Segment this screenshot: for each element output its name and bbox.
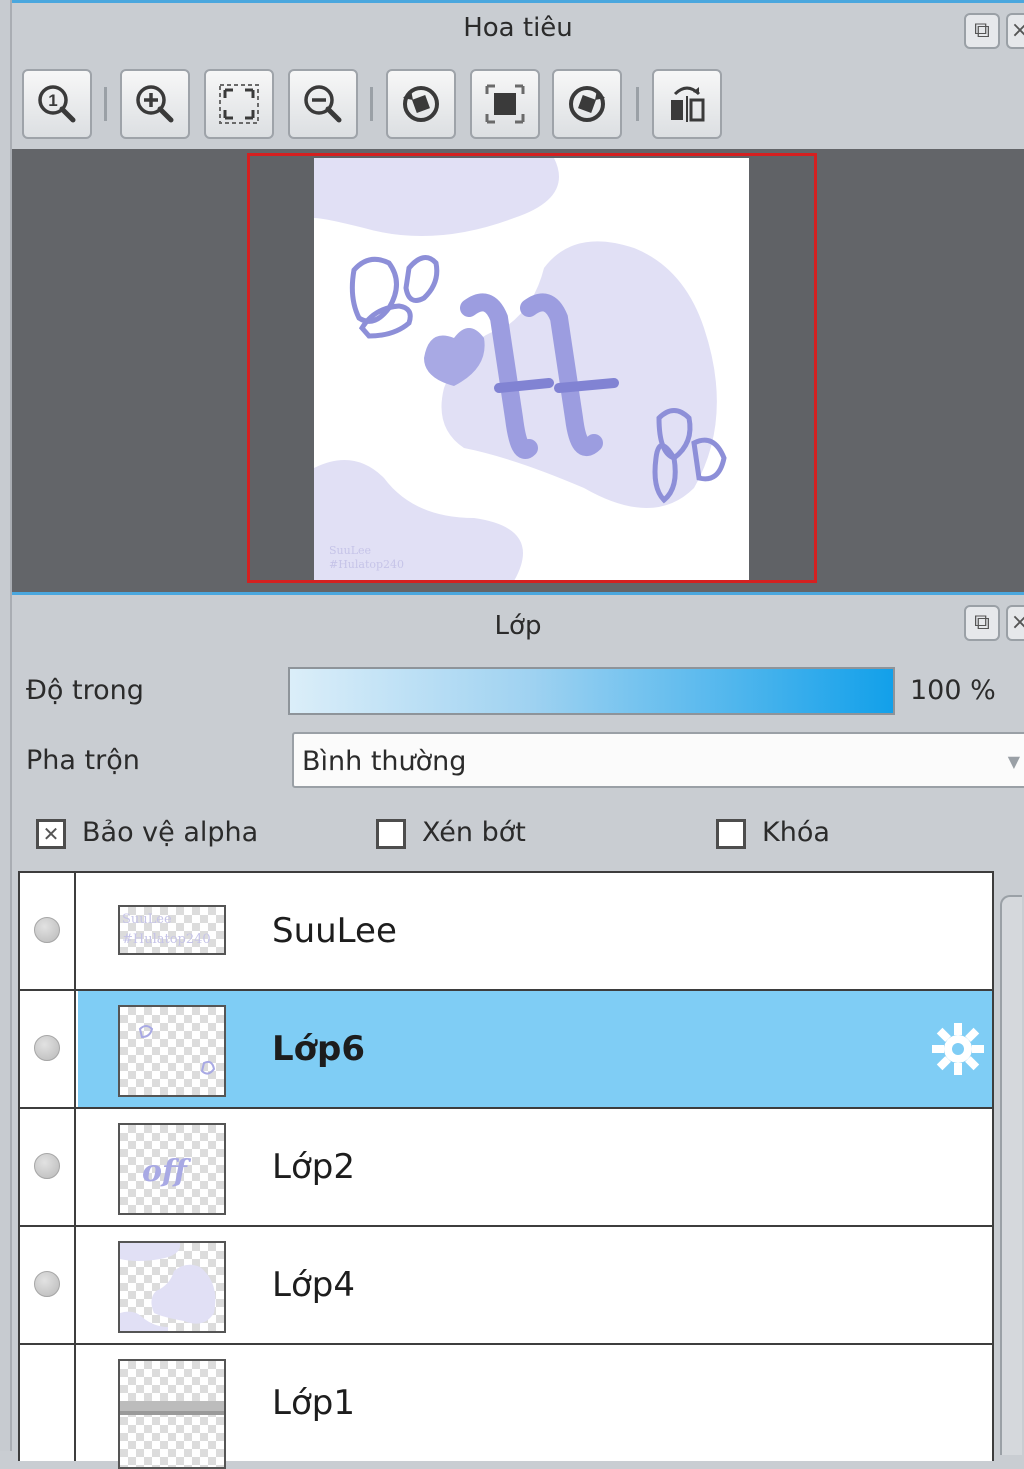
- zoom-out-icon: [304, 85, 342, 123]
- layer-name: Lớp1: [272, 1383, 355, 1423]
- layer-thumbnail: off: [118, 1123, 226, 1215]
- layer-name: Lớp4: [272, 1265, 355, 1305]
- view-area-frame[interactable]: SuuLee #Hulatop240: [247, 153, 817, 583]
- lock-label: Khóa: [762, 817, 830, 848]
- undock-icon[interactable]: ⧉: [964, 13, 1000, 49]
- visibility-toggle[interactable]: [20, 1109, 76, 1225]
- svg-text:SuuLee: SuuLee: [329, 544, 371, 557]
- zoom-in-button[interactable]: [120, 69, 190, 139]
- layer-name: SuuLee: [272, 911, 397, 951]
- artwork-thumbnail: SuuLee #Hulatop240: [314, 158, 727, 580]
- visibility-toggle[interactable]: [20, 873, 76, 989]
- visibility-toggle[interactable]: [20, 1227, 76, 1343]
- svg-text:#Hulatop240: #Hulatop240: [329, 558, 404, 571]
- blend-mode-value: Bình thường: [302, 746, 467, 777]
- layer-settings-gear-icon[interactable]: [930, 1021, 986, 1077]
- protect-alpha-checkbox[interactable]: ✕: [36, 819, 66, 849]
- layer-thumbnail: [118, 1359, 226, 1469]
- svg-text:#Hulatop240: #Hulatop240: [122, 932, 211, 947]
- zoom-in-icon: [136, 85, 174, 123]
- layer-row[interactable]: Lớp4: [20, 1227, 992, 1345]
- rotate-left-icon: [403, 86, 439, 122]
- visibility-dot-icon: [34, 917, 60, 943]
- blend-mode-select[interactable]: Bình thường ▼: [292, 732, 1024, 788]
- zoom-actual-size-button[interactable]: 1: [22, 69, 92, 139]
- visibility-toggle[interactable]: [20, 1345, 76, 1461]
- opacity-slider[interactable]: [288, 667, 895, 715]
- layer-row[interactable]: Lớp1: [20, 1345, 992, 1469]
- visibility-dot-icon: [34, 1035, 60, 1061]
- svg-text:1: 1: [48, 91, 57, 110]
- flip-horizontal-icon: [671, 86, 705, 122]
- opacity-label: Độ trong: [26, 675, 144, 706]
- layer-name: Lớp6: [272, 1029, 366, 1069]
- close-icon[interactable]: ×: [1006, 13, 1024, 49]
- fit-to-window-icon: [219, 84, 259, 124]
- canvas-preview: SuuLee #Hulatop240: [314, 158, 749, 580]
- layer-row-selected[interactable]: Lớp6: [20, 991, 992, 1109]
- visibility-dot-icon: [34, 1153, 60, 1179]
- rotate-left-button[interactable]: [386, 69, 456, 139]
- zoom-out-button[interactable]: [288, 69, 358, 139]
- flip-horizontal-button[interactable]: [652, 69, 722, 139]
- lock-checkbox[interactable]: [716, 819, 746, 849]
- left-edge-strip: [0, 0, 12, 1451]
- layer-thumbnail: [118, 1241, 226, 1333]
- zoom-actual-size-icon: 1: [38, 85, 76, 123]
- layers-title: Lớp: [494, 611, 542, 641]
- layer-thumbnail: SuuLee #Hulatop240: [118, 905, 226, 955]
- navigator-canvas-area[interactable]: SuuLee #Hulatop240: [12, 149, 1024, 595]
- chevron-down-icon: ▼: [1007, 752, 1020, 771]
- layer-list: SuuLee #Hulatop240 SuuLee Lớp6 off Lớp2 …: [18, 871, 994, 1469]
- reset-view-icon: [485, 84, 525, 124]
- rotate-right-button[interactable]: [552, 69, 622, 139]
- close-icon[interactable]: ×: [1006, 605, 1024, 641]
- navigator-panel: Hoa tiêu ⧉ × 1 SuuLee #Hulatop240: [12, 0, 1024, 595]
- navigator-title: Hoa tiêu: [463, 13, 573, 43]
- visibility-dot-icon: [34, 1271, 60, 1297]
- layer-name: Lớp2: [272, 1147, 355, 1187]
- clipping-label: Xén bớt: [422, 817, 526, 848]
- visibility-toggle[interactable]: [20, 991, 76, 1107]
- rotate-right-icon: [569, 86, 605, 122]
- reset-view-button[interactable]: [470, 69, 540, 139]
- layer-row[interactable]: off Lớp2: [20, 1109, 992, 1227]
- clipping-checkbox[interactable]: [376, 819, 406, 849]
- opacity-value: 100 %: [910, 675, 996, 706]
- svg-text:SuuLee: SuuLee: [122, 912, 172, 927]
- fit-to-window-button[interactable]: [204, 69, 274, 139]
- layer-list-scrollbar[interactable]: [1000, 895, 1022, 1455]
- layers-panel: Lớp ⧉ × Độ trong 100 % Pha trộn Bình thư…: [12, 592, 1024, 1469]
- undock-icon[interactable]: ⧉: [964, 605, 1000, 641]
- layer-thumbnail: [118, 1005, 226, 1097]
- blend-mode-label: Pha trộn: [26, 745, 140, 776]
- svg-text:off: off: [142, 1154, 192, 1189]
- layer-row[interactable]: SuuLee #Hulatop240 SuuLee: [20, 873, 992, 991]
- protect-alpha-label: Bảo vệ alpha: [82, 817, 259, 848]
